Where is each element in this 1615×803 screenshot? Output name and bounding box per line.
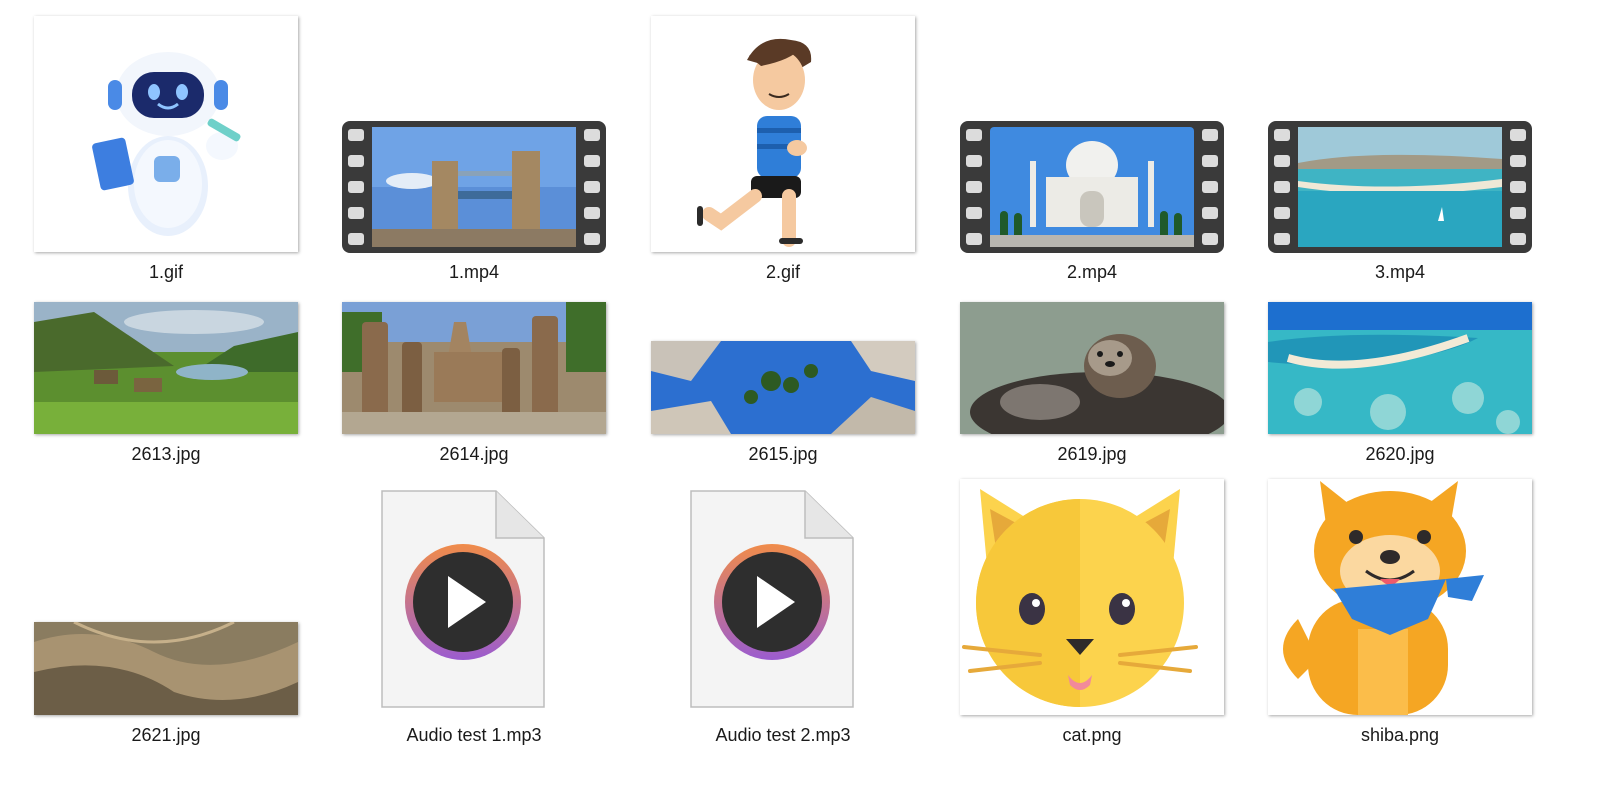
file-name-label: 2613.jpg <box>131 444 201 464</box>
file-name-label: Audio test 2.mp3 <box>715 725 851 745</box>
file-name-label: 2614.jpg <box>439 444 509 464</box>
running-boy-icon <box>651 16 915 252</box>
file-grid: 1.gif 1.mp4 2.gif 2.mp4 3.mp4 2613.jpg 2… <box>0 0 1615 803</box>
green-valley-village-photo <box>34 302 298 434</box>
palm-trees-sky-photo <box>651 341 915 434</box>
file-name-label: Audio test 1.mp3 <box>406 725 542 745</box>
file-name-label: 1.mp4 <box>448 262 500 282</box>
tower-bridge-video-icon <box>342 121 606 253</box>
sea-otter-photo <box>960 302 1224 434</box>
coral-reef-aerial-photo <box>1268 302 1532 434</box>
file-name-label: cat.png <box>1062 725 1122 745</box>
file-name-label: 2620.jpg <box>1365 444 1435 464</box>
desert-dunes-photo <box>34 622 298 715</box>
robot-mascot-icon <box>34 16 298 252</box>
file-name-label: 2615.jpg <box>748 444 818 464</box>
file-name-label: 2621.jpg <box>131 725 201 745</box>
cat-face-icon <box>960 479 1224 715</box>
audio-play-file-icon <box>342 490 606 710</box>
file-name-label: 3.mp4 <box>1374 262 1426 282</box>
shiba-dog-icon <box>1268 479 1532 715</box>
file-name-label: shiba.png <box>1360 725 1440 745</box>
audio-play-file-icon <box>651 490 915 710</box>
temple-ruins-photo <box>342 302 606 434</box>
taj-mahal-video-icon <box>960 121 1224 253</box>
file-name-label: 2619.jpg <box>1057 444 1127 464</box>
file-name-label: 1.gif <box>148 262 184 282</box>
file-name-label: 2.gif <box>765 262 801 282</box>
file-name-label: 2.mp4 <box>1066 262 1118 282</box>
beach-bay-video-icon <box>1268 121 1532 253</box>
